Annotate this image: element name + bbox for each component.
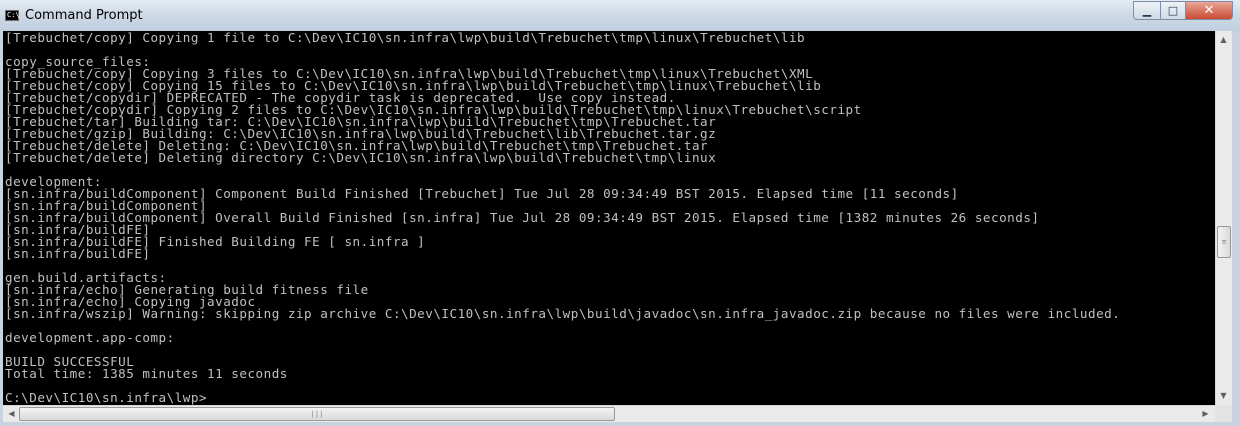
console-output-area[interactable]: [Trebuchet/copy] Copying 1 file to C:\De… bbox=[3, 31, 1215, 405]
console-line: [sn.infra/wszip] Warning: skipping zip a… bbox=[5, 306, 1121, 321]
console-line: [sn.infra/buildFE] bbox=[5, 246, 151, 261]
maximize-button[interactable]: □ bbox=[1160, 1, 1186, 20]
vertical-scrollbar[interactable]: ▲ ≡ ▼ bbox=[1215, 31, 1232, 405]
scrollbar-corner bbox=[1215, 405, 1232, 422]
maximize-icon: □ bbox=[1167, 4, 1179, 17]
vertical-scroll-thumb[interactable]: ≡ bbox=[1217, 226, 1231, 258]
scroll-up-arrow-icon[interactable]: ▲ bbox=[1216, 32, 1231, 47]
close-icon: ✕ bbox=[1203, 3, 1215, 18]
scroll-right-arrow-icon[interactable]: ▶ bbox=[1198, 406, 1213, 421]
window-title: Command Prompt bbox=[25, 8, 143, 23]
scroll-left-arrow-icon[interactable]: ◀ bbox=[4, 406, 19, 421]
minimize-icon: ▁ bbox=[1142, 4, 1152, 17]
console-line: C:\Dev\IC10\sn.infra\lwp> bbox=[5, 390, 208, 405]
window-frame-bottom bbox=[0, 422, 1240, 426]
console-line: Total time: 1385 minutes 11 seconds bbox=[5, 366, 288, 381]
horizontal-scroll-thumb[interactable]: ||| bbox=[19, 407, 615, 421]
grip-icon: ≡ bbox=[1221, 238, 1227, 246]
console-text: [Trebuchet/copy] Copying 1 file to C:\De… bbox=[3, 31, 1215, 404]
console-line: [Trebuchet/delete] Deleting directory C:… bbox=[5, 150, 717, 165]
title-bar[interactable]: C:\ Command Prompt ▁ □ ✕ bbox=[0, 0, 1240, 31]
hgrip-icon: ||| bbox=[310, 410, 324, 418]
command-prompt-window: C:\ Command Prompt ▁ □ ✕ [Trebuchet/copy… bbox=[0, 0, 1240, 426]
console-line: [sn.infra/buildComponent] Overall Build … bbox=[5, 210, 1040, 225]
console-line: [Trebuchet/copy] Copying 1 file to C:\De… bbox=[5, 31, 806, 45]
horizontal-scrollbar[interactable]: ◀ ||| ▶ bbox=[3, 405, 1215, 422]
window-controls: ▁ □ ✕ bbox=[1133, 1, 1233, 20]
window-frame-right bbox=[1232, 31, 1240, 426]
scroll-down-arrow-icon[interactable]: ▼ bbox=[1216, 388, 1231, 403]
close-button[interactable]: ✕ bbox=[1186, 1, 1233, 20]
cmd-icon[interactable]: C:\ bbox=[5, 10, 20, 21]
console-line: development.app-comp: bbox=[5, 330, 175, 345]
minimize-button[interactable]: ▁ bbox=[1133, 1, 1160, 20]
